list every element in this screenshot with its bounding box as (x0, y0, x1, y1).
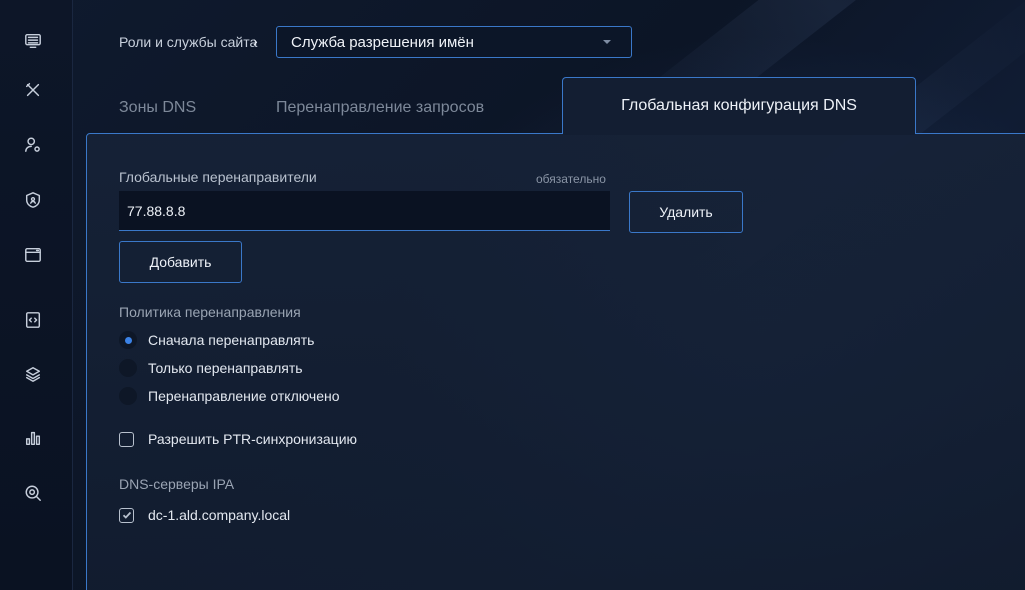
service-dropdown[interactable]: Служба разрешения имён (276, 26, 632, 58)
window-icon[interactable] (22, 244, 44, 266)
tab-query-forwarding[interactable]: Перенаправление запросов (276, 99, 484, 117)
service-dropdown-value: Служба разрешения имён (291, 33, 474, 51)
checkmark-icon (122, 511, 131, 519)
chevron-down-icon (603, 40, 611, 44)
ptr-sync-checkbox-box (119, 431, 134, 447)
radio-forward-first-label: Сначала перенаправлять (148, 332, 315, 348)
radio-forward-only-label: Только перенаправлять (148, 360, 303, 376)
forward-policy-label: Политика перенаправления (119, 304, 301, 320)
app-window: Роли и службы сайта › Служба разрешения … (0, 0, 1025, 590)
tab-join (563, 132, 915, 135)
tab-global-dns-config[interactable]: Глобальная конфигурация DNS (562, 77, 916, 134)
ipa-dns-server-checkbox (119, 507, 134, 523)
code-file-icon[interactable] (22, 309, 44, 331)
ipa-dns-servers-label: DNS-серверы IPA (119, 476, 235, 492)
monitor-icon[interactable] (22, 30, 44, 52)
forwarder-input[interactable] (119, 191, 610, 231)
tools-icon[interactable] (22, 79, 44, 101)
ptr-sync-label: Разрешить PTR-синхронизацию (148, 431, 358, 447)
radio-forward-only-control (119, 359, 137, 377)
breadcrumb-separator: › (253, 33, 258, 49)
search-zoom-icon[interactable] (22, 482, 44, 504)
ptr-sync-checkbox[interactable]: Разрешить PTR-синхронизацию (119, 429, 357, 449)
radio-forward-first-control (119, 331, 137, 349)
radio-forward-disabled-label: Перенаправление отключено (148, 388, 340, 404)
bar-chart-icon[interactable] (22, 427, 44, 449)
radio-forward-only[interactable]: Только перенаправлять (119, 358, 303, 378)
ipa-dns-server-item[interactable]: dc-1.ald.company.local (119, 505, 290, 525)
tab-dns-zones[interactable]: Зоны DNS (119, 99, 196, 117)
shield-icon[interactable] (22, 189, 44, 211)
breadcrumb-parent[interactable]: Роли и службы сайта (119, 34, 257, 50)
user-settings-icon[interactable] (22, 134, 44, 156)
radio-forward-first[interactable]: Сначала перенаправлять (119, 330, 314, 350)
radio-forward-disabled[interactable]: Перенаправление отключено (119, 386, 340, 406)
add-button[interactable]: Добавить (119, 241, 242, 283)
ipa-dns-server-name: dc-1.ald.company.local (148, 507, 291, 523)
required-hint: обязательно (536, 172, 606, 186)
radio-forward-disabled-control (119, 387, 137, 405)
tab-global-dns-config-label: Глобальная конфигурация DNS (621, 97, 857, 114)
forwarders-label: Глобальные перенаправители (119, 169, 317, 185)
delete-button[interactable]: Удалить (629, 191, 743, 233)
layers-icon[interactable] (22, 363, 44, 385)
sidebar (0, 0, 73, 590)
